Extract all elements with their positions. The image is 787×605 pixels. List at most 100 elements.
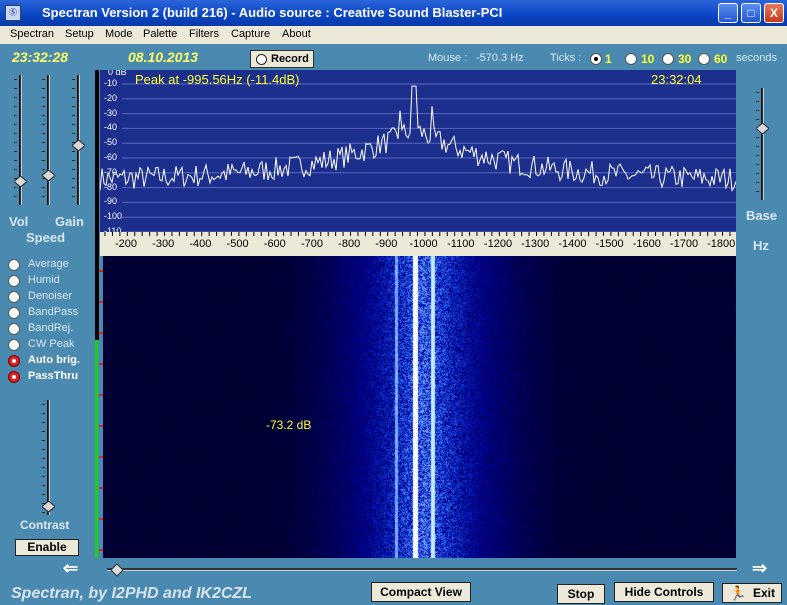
hide-controls-button[interactable]: Hide Controls — [614, 582, 714, 602]
maximize-button[interactable]: □ — [741, 3, 761, 23]
slider-tick — [756, 146, 759, 147]
stop-button[interactable]: Stop — [557, 584, 605, 604]
option-label: Denoiser — [28, 290, 73, 302]
slider-tick — [42, 151, 45, 152]
speed-label: Speed — [26, 230, 66, 245]
slider-tick — [72, 169, 75, 170]
contrast-label: Contrast — [20, 518, 70, 532]
waterfall-display[interactable]: -73.2 dB — [103, 256, 736, 558]
slider-tick — [72, 178, 75, 179]
menu-capture[interactable]: Capture — [231, 28, 270, 40]
option-radio-icon[interactable] — [8, 371, 20, 383]
ticks-radio-1[interactable] — [590, 53, 602, 65]
db-label: -10 — [104, 78, 118, 88]
slider-tick — [72, 106, 75, 107]
option-radio-icon[interactable] — [8, 339, 20, 351]
slider-tick — [72, 97, 75, 98]
record-button[interactable]: Record — [250, 50, 314, 68]
option-radio-icon[interactable] — [8, 275, 20, 287]
scroll-thumb[interactable] — [110, 563, 124, 577]
freq-label: -600 — [263, 238, 286, 250]
ticks-option-1: 1 — [605, 52, 612, 66]
ticks-option-30: 30 — [678, 52, 692, 66]
slider-thumb[interactable] — [42, 500, 55, 512]
slider-tick — [756, 182, 759, 183]
menu-filters[interactable]: Filters — [189, 28, 219, 40]
exit-button[interactable]: 🏃 Exit — [722, 583, 782, 603]
freq-label: -1100 — [447, 238, 475, 250]
vol-slider[interactable] — [14, 75, 28, 205]
slider-thumb[interactable] — [14, 176, 27, 188]
freq-label: -1000 — [409, 238, 438, 250]
base-slider[interactable] — [756, 88, 770, 200]
minimize-button[interactable]: _ — [718, 3, 738, 23]
slider-track — [47, 400, 50, 515]
menu-about[interactable]: About — [282, 28, 311, 40]
slider-tick — [72, 187, 75, 188]
scroll-left-icon[interactable]: ⇐ — [63, 558, 78, 579]
slider-tick — [756, 101, 759, 102]
slider-thumb[interactable] — [756, 123, 769, 135]
ticks-radio-10[interactable] — [625, 53, 637, 65]
slider-tick — [756, 173, 759, 174]
menu-spectran[interactable]: Spectran — [10, 28, 54, 40]
slider-tick — [42, 142, 45, 143]
db-label: -100 — [104, 211, 123, 222]
contrast-slider[interactable] — [42, 400, 56, 515]
menu-palette[interactable]: Palette — [143, 28, 177, 40]
slider-tick — [42, 476, 45, 477]
option-radio-icon[interactable] — [8, 323, 20, 335]
scroll-right-icon[interactable]: ⇒ — [752, 558, 767, 579]
freq-label: -1400 — [558, 238, 587, 250]
gain-slider[interactable] — [72, 75, 86, 205]
freq-label: -1300 — [521, 238, 550, 250]
freq-label: -500 — [226, 238, 249, 250]
slider-tick — [14, 151, 17, 152]
scroll-track — [107, 568, 737, 571]
slider-tick — [72, 160, 75, 161]
option-radio-icon[interactable] — [8, 307, 20, 319]
enable-button[interactable]: Enable — [15, 539, 79, 556]
slider-tick — [756, 110, 759, 111]
slider-tick — [14, 187, 17, 188]
option-label: PassThru — [28, 370, 79, 382]
option-radio-icon[interactable] — [8, 355, 20, 367]
option-radio-icon[interactable] — [8, 259, 20, 271]
slider-tick — [756, 164, 759, 165]
spectrum-display[interactable]: Peak at -995.56Hz (-11.4dB) 23:32:04 0 d… — [100, 70, 736, 232]
slider-thumb[interactable] — [72, 140, 85, 152]
exit-label: Exit — [752, 586, 775, 600]
slider-tick — [756, 92, 759, 93]
slider-thumb[interactable] — [42, 170, 55, 182]
ticks-radio-60[interactable] — [698, 53, 710, 65]
frequency-scrollbar[interactable] — [107, 563, 737, 577]
slider-tick — [42, 404, 45, 405]
option-radio-icon[interactable] — [8, 291, 20, 303]
spectrum-time: 23:32:04 — [651, 72, 702, 87]
slider-tick — [42, 458, 45, 459]
slider-tick — [72, 124, 75, 125]
menu-bar: Spectran Setup Mode Palette Filters Capt… — [0, 26, 787, 44]
slider-tick — [42, 124, 45, 125]
slider-tick — [72, 115, 75, 116]
db-label: -60 — [104, 152, 118, 162]
menu-setup[interactable]: Setup — [65, 28, 94, 40]
app-icon[interactable]: Ⓢ — [5, 5, 21, 21]
freq-label: -1600 — [632, 238, 661, 250]
mouse-label: Mouse : — [428, 52, 468, 64]
db-label: -40 — [104, 122, 118, 133]
frequency-axis: -200 -300 -400 -500 -600 -700 -800 -900 -1000 -11… — [100, 232, 736, 256]
ticks-label: Ticks : — [550, 52, 582, 64]
slider-tick — [42, 88, 45, 89]
close-button[interactable]: X — [764, 3, 784, 23]
slider-tick — [72, 79, 75, 80]
freq-label: -1700 — [669, 238, 699, 250]
menu-mode[interactable]: Mode — [105, 28, 133, 40]
db-label: -90 — [104, 196, 118, 207]
ticks-radio-30[interactable] — [662, 53, 674, 65]
slider-tick — [72, 133, 75, 134]
compact-view-button[interactable]: Compact View — [371, 582, 471, 602]
slider-tick — [42, 431, 45, 432]
current-date: 08.10.2013 — [128, 49, 199, 65]
speed-slider[interactable] — [42, 75, 56, 205]
